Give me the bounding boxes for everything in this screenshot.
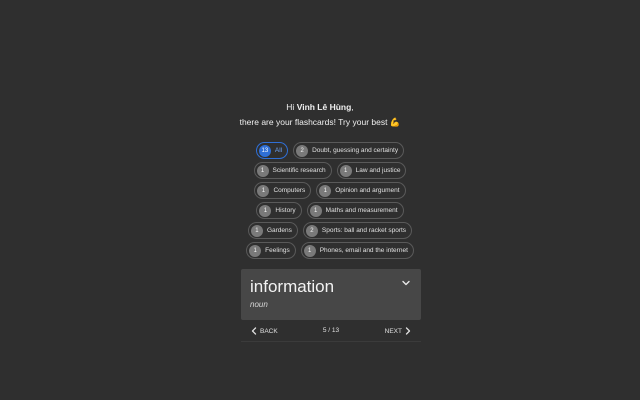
user-name: Vinh Lê Hùng (296, 102, 352, 112)
category-count-badge: 1 (257, 184, 270, 197)
category-label: All (274, 147, 283, 154)
category-chip-phones-email-internet[interactable]: 1 Phones, email and the internet (300, 242, 414, 259)
next-button[interactable]: NEXT (385, 327, 411, 335)
greeting-line-1: Hi Vinh Lê Hùng, (0, 100, 640, 115)
greeting-prefix: Hi (286, 102, 297, 112)
category-count-badge: 1 (249, 244, 262, 257)
category-chip-opinion-and-argument[interactable]: 1 Opinion and argument (316, 182, 406, 199)
category-label: History (275, 207, 296, 214)
category-label: Feelings (265, 247, 290, 254)
category-row: 13 All 2 Doubt, guessing and certainty (255, 142, 405, 159)
category-chip-history[interactable]: 1 History (256, 202, 302, 219)
flexed-biceps-icon: 💪 (389, 118, 401, 128)
category-chip-feelings[interactable]: 1 Feelings (246, 242, 296, 259)
category-chip-maths-and-measurement[interactable]: 1 Maths and measurement (306, 202, 404, 219)
category-row: 1 Computers 1 Opinion and argument (254, 182, 406, 199)
category-chip-sports-ball-and-racket[interactable]: 2 Sports: ball and racket sports (302, 222, 413, 239)
back-button-label: BACK (260, 327, 278, 335)
category-count-badge: 1 (256, 164, 269, 177)
category-count-badge: 1 (319, 184, 332, 197)
category-label: Scientific research (272, 167, 326, 174)
category-count-badge: 1 (259, 204, 272, 217)
category-count-badge: 1 (309, 204, 322, 217)
category-label: Phones, email and the internet (319, 247, 408, 254)
category-label: Gardens (266, 227, 292, 234)
category-row: 1 Gardens 2 Sports: ball and racket sports (247, 222, 413, 239)
flashcard-part-of-speech: noun (250, 300, 268, 309)
category-count-badge: 2 (305, 224, 318, 237)
category-label: Law and justice (355, 167, 401, 174)
category-label: Maths and measurement (325, 207, 398, 214)
category-row: 1 History 1 Maths and measurement (256, 202, 404, 219)
flashcards-page: Hi Vinh Lê Hùng, there are your flashcar… (0, 0, 640, 400)
next-button-label: NEXT (384, 327, 402, 335)
category-row: 1 Scientific research 1 Law and justice (253, 162, 407, 179)
greeting-line-2: there are your flashcards! Try your best… (0, 115, 640, 131)
chevron-right-icon (405, 327, 411, 335)
category-row: 1 Feelings 1 Phones, email and the interne… (246, 242, 414, 259)
category-count-badge: 1 (250, 224, 263, 237)
flashcard[interactable]: information noun (241, 269, 421, 320)
chevron-down-icon[interactable] (401, 278, 411, 288)
category-count-badge: 1 (303, 244, 316, 257)
greeting-suffix: , (351, 102, 354, 112)
category-chip-computers[interactable]: 1 Computers (254, 182, 312, 199)
greeting: Hi Vinh Lê Hùng, there are your flashcar… (0, 100, 640, 131)
category-count-badge: 1 (339, 164, 352, 177)
greeting-message: there are your flashcards! Try your best (239, 117, 390, 127)
category-count-badge: 13 (258, 144, 271, 157)
category-chip-scientific-research[interactable]: 1 Scientific research (253, 162, 332, 179)
category-chip-gardens[interactable]: 1 Gardens (247, 222, 298, 239)
category-label: Sports: ball and racket sports (321, 227, 407, 234)
category-chip-law-and-justice[interactable]: 1 Law and justice (336, 162, 407, 179)
category-chip-all[interactable]: 13 All (255, 142, 289, 159)
flashcard-word: information (250, 277, 335, 296)
category-label: Doubt, guessing and certainty (312, 147, 399, 154)
category-filter-list: 13 All 2 Doubt, guessing and certainty 1 Sc… (240, 142, 420, 259)
category-label: Computers (273, 187, 306, 194)
category-count-badge: 2 (296, 144, 309, 157)
chevron-left-icon (251, 327, 257, 335)
category-label: Opinion and argument (335, 187, 400, 194)
flashcard-navigation: 5 / 13 BACK NEXT (241, 324, 421, 342)
category-chip-doubt-guessing-certainty[interactable]: 2 Doubt, guessing and certainty (293, 142, 405, 159)
back-button[interactable]: BACK (251, 327, 278, 335)
